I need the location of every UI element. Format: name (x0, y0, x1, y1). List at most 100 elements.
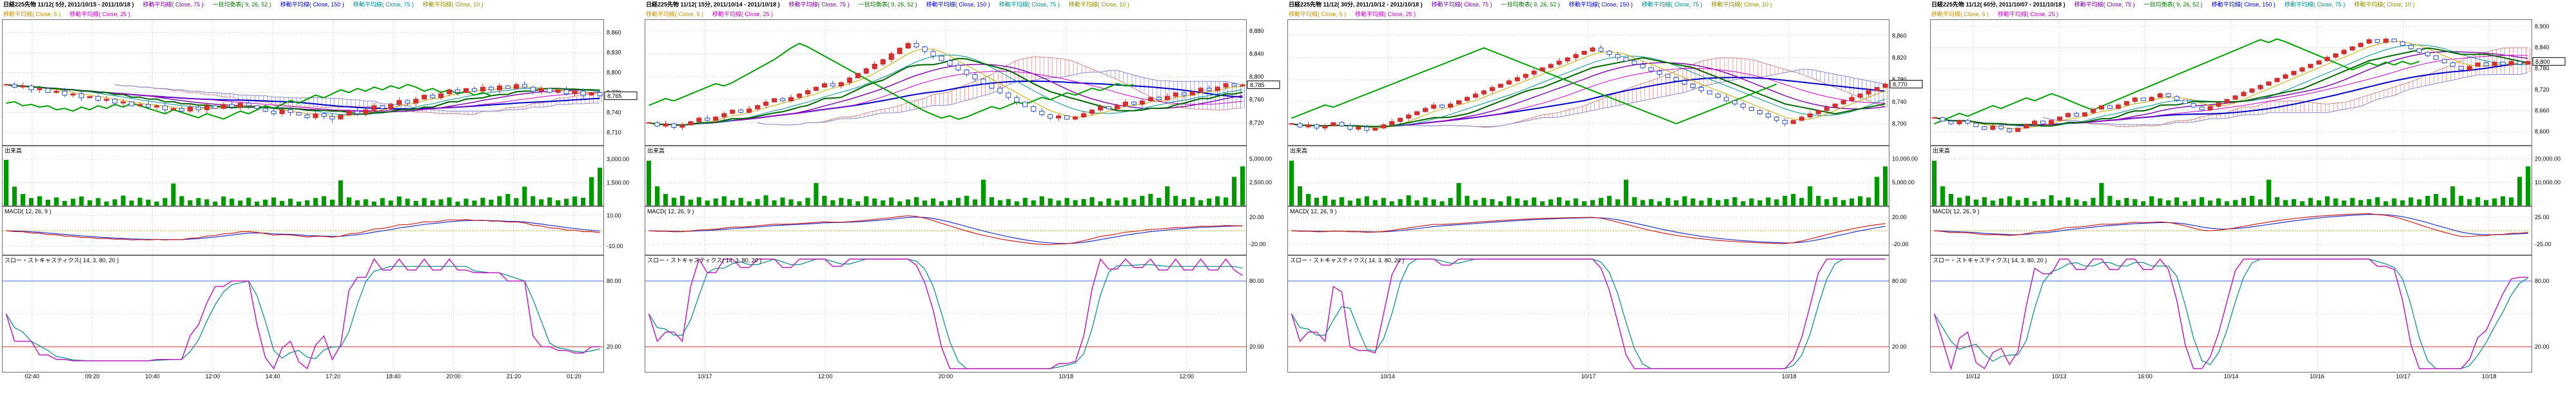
last-price-value: 8,800 (2535, 59, 2550, 65)
main-chart-canvas[interactable]: 8,8608,8208,7808,7408,7008,770 (1287, 19, 1927, 146)
volume-canvas[interactable]: 3,000.001,500.00出来高 (2, 146, 641, 206)
macd-canvas[interactable]: 20.00-20.00MACD( 12, 26, 9 ) (645, 206, 1284, 255)
time-tick-label: 12:00 (810, 373, 840, 380)
plot-frame (645, 146, 1247, 206)
time-tick-label: 10/17 (690, 373, 719, 380)
indicator-label: 移動平均線( Close, 10 ) (1712, 0, 1772, 10)
stoch-tick-label: 80.00 (1892, 278, 1907, 284)
indicator-label: 移動平均線( Close, 25 ) (1355, 10, 1416, 19)
macd-section: 25.00-25.00MACD( 12, 26, 9 ) (1930, 206, 2570, 255)
price-tick-label: 8,720 (2535, 86, 2550, 93)
stochastics-section: 80.0020.00スロー・ストキャスティクス( 14, 3, 80, 20 ) (2, 255, 641, 373)
volume-tick-label: 20,000.00 (2535, 155, 2561, 162)
indicator-label: 一目均衡表( 9, 26, 52 ) (2144, 0, 2203, 10)
volume-tick-label: 2,500.00 (1249, 179, 1272, 186)
panel-header: 日経225先物 11/12( 5分, 2011/10/15 - 2011/10/… (2, 0, 641, 19)
volume-tick-label: 1,500.00 (607, 179, 629, 186)
time-tick-label: 21:20 (499, 373, 529, 380)
volume-canvas[interactable]: 20,000.0010,000.00出来高 (1930, 146, 2570, 206)
chart-panel-2: 日経225先物 11/12( 15分, 2011/10/14 - 2011/10… (644, 0, 1284, 397)
macd-canvas[interactable]: 20.00 -20.00 MACD( 12, 26, 9 ) (1287, 206, 1927, 255)
indicator-label: 移動平均線( Close, 75 ) (2074, 0, 2135, 10)
indicator-label: 移動平均線( Close, 10 ) (423, 0, 483, 10)
plot-frame (1288, 146, 1889, 206)
macd-canvas[interactable]: 25.00-25.00MACD( 12, 26, 9 ) (1930, 206, 2570, 255)
stoch-label: スロー・ストキャスティクス( 14, 3, 80, 20 ) (1933, 257, 2047, 264)
indicator-label: 移動平均線( Close, 5 ) (1931, 10, 1989, 19)
chart-panel-4: 日経225先物 11/12( 60分, 2011/10/07 - 2011/10… (1929, 0, 2570, 397)
volume-section: 10,000.005,000.00出来高 (1287, 146, 1927, 206)
main-chart-section: 8,8608,8208,7808,7408,7008,770 (1287, 19, 1927, 146)
indicator-label: 移動平均線( Close, 150 ) (280, 0, 344, 10)
stoch-tick-label: 20.00 (2535, 344, 2550, 350)
volume-tick-label: 5,000.00 (1249, 155, 1272, 162)
indicator-label: 移動平均線( Close, 75 ) (1642, 0, 1703, 10)
chart-workspace: 日経225先物 11/12( 5分, 2011/10/15 - 2011/10/… (0, 0, 2576, 397)
volume-canvas[interactable]: 5,000.002,500.00出来高 (645, 146, 1284, 206)
indicator-label: 移動平均線( Close, 75 ) (789, 0, 850, 10)
time-tick-label: 20:00 (931, 373, 961, 380)
indicator-label: 移動平均線( Close, 5 ) (1289, 10, 1346, 19)
indicator-label: 移動平均線( Close, 25 ) (70, 10, 130, 19)
indicator-label: 移動平均線( Close, 25 ) (1998, 10, 2058, 19)
stochastics-canvas[interactable]: 80.0020.00スロー・ストキャスティクス( 14, 3, 80, 20 ) (645, 255, 1284, 373)
stochastics-canvas[interactable]: 80.00 20.00 スロー・ストキャスティクス( 14, 3, 80, 20 ) (1287, 255, 1927, 373)
header-row-1: 日経225先物 11/12( 30分, 2011/10/12 - 2011/10… (1287, 0, 1927, 10)
volume-section: 3,000.001,500.00出来高 (2, 146, 641, 206)
time-tick-label: 18:40 (378, 373, 408, 380)
volume-canvas[interactable]: 10,000.005,000.00出来高 (1287, 146, 1927, 206)
time-tick-label: 10/14 (2216, 373, 2246, 380)
macd-canvas[interactable]: 10.00-10.00MACD( 12, 26, 9 ) (2, 206, 641, 255)
header-row-2: 移動平均線( Close, 5 ) 移動平均線( Close, 25 ) (1930, 10, 2570, 19)
indicator-label: 一目均衡表( 9, 26, 52 ) (213, 0, 271, 10)
macd-tick-label: -25.00 (2535, 241, 2552, 247)
stoch-tick-label: 80.00 (2535, 278, 2550, 284)
price-tick-label: 8,800 (1249, 73, 1264, 80)
indicator-label: 移動平均線( Close, 10 ) (2354, 0, 2415, 10)
main-chart-section: 8,8608,8308,8008,7708,7408,7108,765 (2, 19, 641, 146)
macd-label: MACD( 12, 26, 9 ) (5, 208, 52, 215)
macd-label: MACD( 12, 26, 9 ) (1290, 208, 1337, 215)
time-axis: 10/1410/1710/18 (1287, 373, 1889, 382)
price-tick-label: 8,740 (1892, 99, 1907, 105)
chart-panel-3: 日経225先物 11/12( 30分, 2011/10/12 - 2011/10… (1287, 0, 1927, 397)
time-tick-label: 20:00 (439, 373, 469, 380)
main-chart-canvas[interactable]: 8,8608,8308,8008,7708,7408,7108,765 (2, 19, 641, 146)
macd-section: 20.00 -20.00 MACD( 12, 26, 9 ) (1287, 206, 1927, 255)
price-tick-label: 8,900 (2535, 23, 2550, 30)
header-row-2: 移動平均線( Close, 5 ) 移動平均線( Close, 25 ) (1287, 10, 1927, 19)
time-tick-label: 17:20 (318, 373, 348, 380)
panel-header: 日経225先物 11/12( 30分, 2011/10/12 - 2011/10… (1287, 0, 1927, 19)
time-axis: 10/1712:0020:0010/1812:00 (645, 373, 1247, 382)
indicator-label: 移動平均線( Close, 75 ) (353, 0, 414, 10)
stoch-label: スロー・ストキャスティクス( 14, 3, 80, 20 ) (1290, 257, 1404, 264)
price-tick-label: 8,860 (607, 30, 621, 36)
header-row-2: 移動平均線( Close, 5 )移動平均線( Close, 25 ) (2, 10, 641, 19)
main-chart-canvas[interactable]: 8,8808,8408,8008,7608,7208,785 (645, 19, 1284, 146)
stochastics-canvas[interactable]: 80.0020.00スロー・ストキャスティクス( 14, 3, 80, 20 ) (2, 255, 641, 373)
macd-tick-label: -20.00 (1892, 241, 1909, 247)
plot-frame (3, 146, 604, 206)
time-tick-label: 10/13 (2044, 373, 2074, 380)
price-tick-label: 8,840 (2535, 44, 2550, 51)
last-price-value: 8,770 (1893, 81, 1908, 88)
macd-tick-label: 25.00 (2535, 214, 2550, 220)
price-tick-label: 8,740 (607, 109, 621, 115)
stochastics-section: 80.00 20.00 スロー・ストキャスティクス( 14, 3, 80, 20 ) (1930, 255, 2570, 373)
volume-label: 出来高 (1933, 147, 1950, 154)
time-axis: 02:4009:2010:4012:0014:4017:2018:4020:00… (2, 373, 604, 382)
macd-tick-label: 20.00 (1892, 214, 1907, 220)
stoch-tick-label: 20.00 (1892, 344, 1907, 350)
volume-tick-label: 5,000.00 (1892, 179, 1915, 186)
price-tick-label: 8,700 (1892, 121, 1907, 127)
chart-title: 日経225先物 11/12( 60分, 2011/10/07 - 2011/10… (1931, 0, 2065, 10)
main-chart-canvas[interactable]: 8,9008,8408,7808,7208,6608,6008,800 (1930, 19, 2570, 146)
price-tick-label: 8,720 (1249, 119, 1264, 126)
macd-tick-label: -20.00 (1249, 241, 1266, 247)
time-tick-label: 10/17 (1574, 373, 1603, 380)
stochastics-canvas[interactable]: 80.00 20.00 スロー・ストキャスティクス( 14, 3, 80, 20 ) (1930, 255, 2570, 373)
main-chart-section: 8,9008,8408,7808,7208,6608,6008,800 (1930, 19, 2570, 146)
plot-frame (1931, 146, 2532, 206)
time-tick-label: 10/12 (1958, 373, 1988, 380)
price-tick-label: 8,600 (2535, 128, 2550, 135)
